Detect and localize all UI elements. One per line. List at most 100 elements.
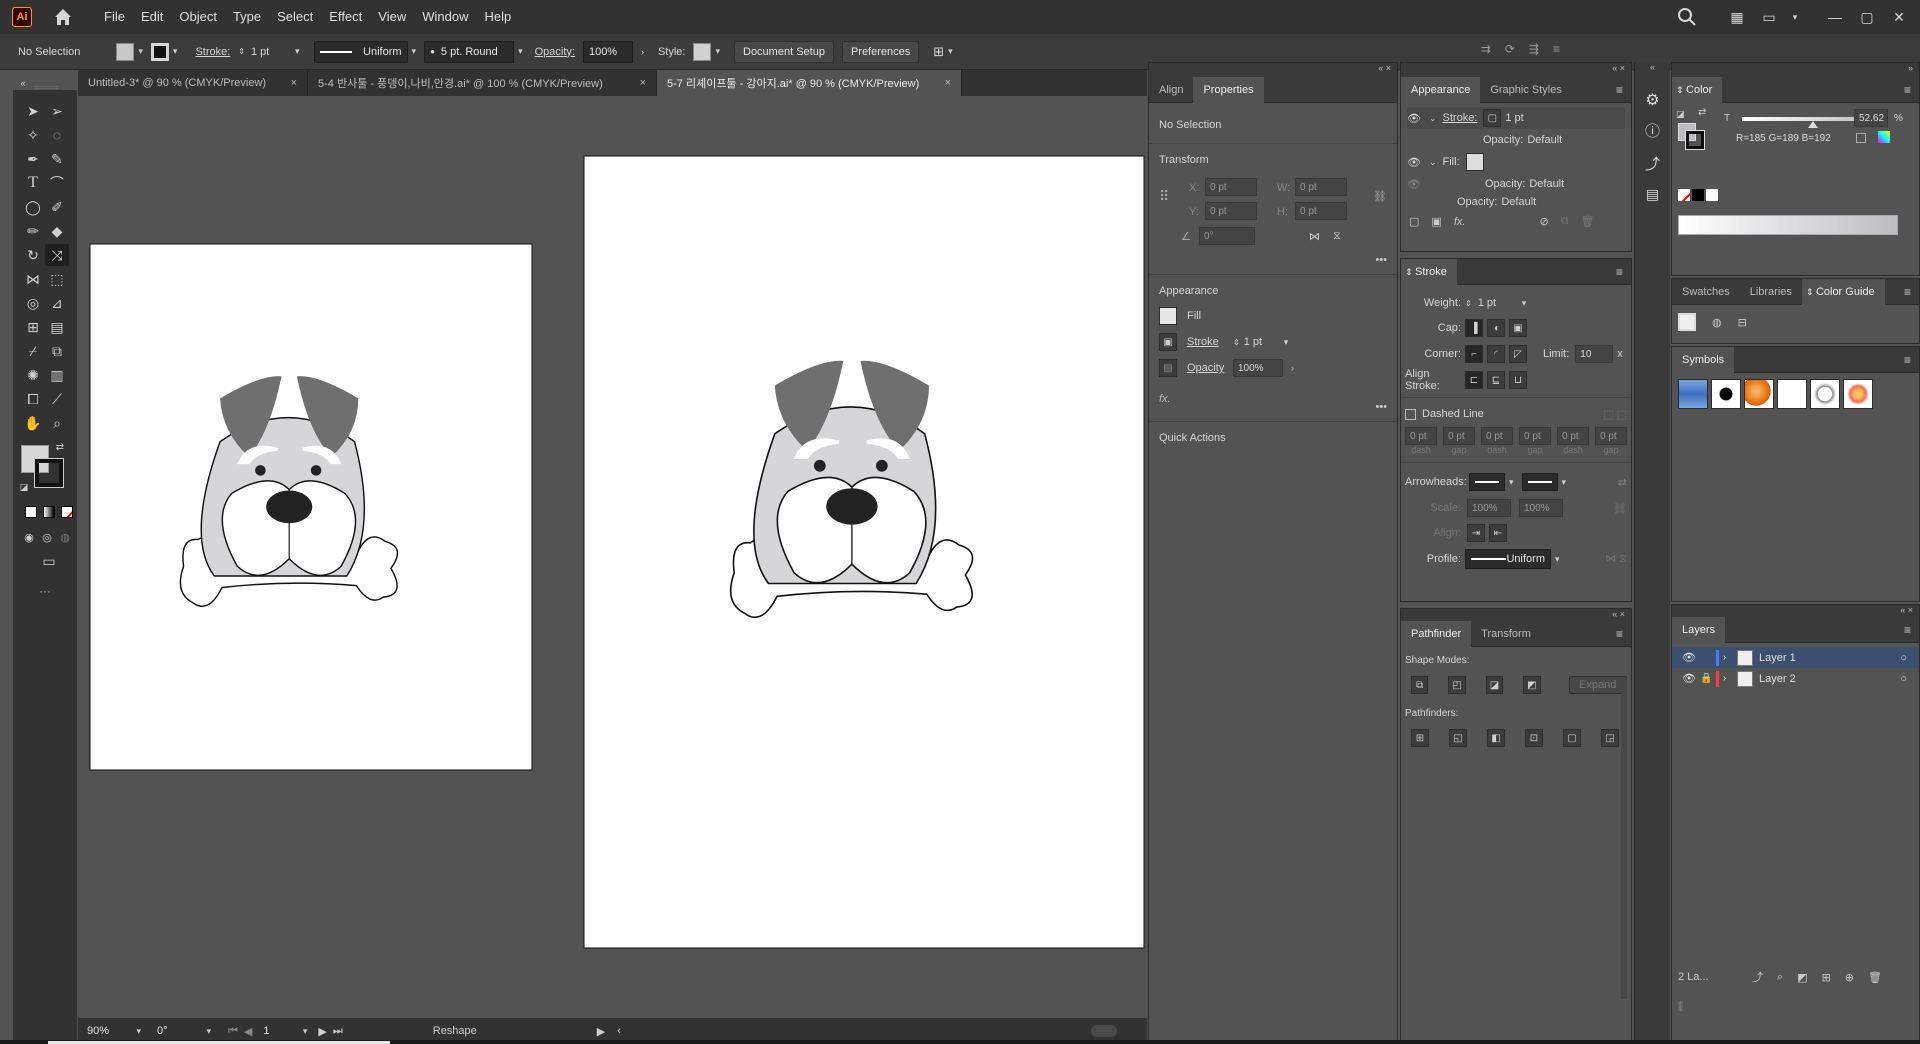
workspace-dropdown-icon[interactable]: ▾ — [1788, 12, 1802, 23]
paintbrush-tool-icon[interactable]: ✐ — [45, 196, 69, 218]
chevron-down-icon[interactable]: ▾ — [412, 46, 417, 57]
rotate-tool-icon[interactable]: ↻ — [21, 244, 45, 266]
swap-arrowheads-icon[interactable]: ⇄ — [1618, 476, 1627, 489]
appearance-fill-label[interactable]: Fill: — [1443, 156, 1460, 168]
next-artboard-icon[interactable]: ▶ — [318, 1025, 326, 1038]
collapse-panels-icon[interactable]: « — [1635, 62, 1670, 76]
reshape-tool-icon[interactable]: ⤨ — [45, 244, 69, 266]
graphic-style-control[interactable]: ▾ — [693, 42, 720, 61]
panel-menu-icon[interactable]: ≡ — [1904, 623, 1911, 637]
stroke-weight-field[interactable]: ⇕ 1 pt ▾ — [238, 46, 299, 58]
outline-icon[interactable]: ▢ — [1563, 729, 1581, 747]
tab-graphic-styles[interactable]: Graphic Styles — [1480, 77, 1572, 103]
workspace-icon[interactable]: ▭ — [1756, 9, 1782, 26]
curvature-tool-icon[interactable]: ✎ — [45, 148, 69, 170]
crop-icon[interactable]: ⊡ — [1525, 729, 1543, 747]
libraries-icon[interactable]: ⫼ — [1678, 1001, 1683, 1014]
new-sublayer-icon[interactable]: ⊞ — [1822, 971, 1831, 984]
dashed-line-checkbox[interactable] — [1405, 408, 1416, 420]
opacity-label[interactable]: Opacity: — [1483, 134, 1523, 146]
link-scale-icon[interactable]: ⛓ — [1613, 502, 1627, 515]
add-stroke-icon[interactable]: ▢ — [1409, 215, 1419, 228]
slice-tool-icon[interactable]: ⟋ — [45, 388, 69, 410]
gap-value[interactable]: 0 pt — [1600, 431, 1617, 442]
zoom-value[interactable]: 90% — [87, 1025, 109, 1037]
minimize-icon[interactable]: — — [1822, 9, 1848, 25]
align-inside-icon[interactable]: ⊑ — [1487, 371, 1505, 389]
fx-icon[interactable]: fx. — [1454, 216, 1466, 228]
stroke-label[interactable]: Stroke — [1187, 336, 1233, 348]
stroke-weight-value[interactable]: 1 pt — [251, 46, 291, 58]
opacity-label[interactable]: Opacity: — [1485, 178, 1525, 190]
panel-menu-icon[interactable]: ≡ — [1904, 285, 1911, 299]
start-arrowhead-select[interactable] — [1469, 473, 1505, 491]
symbol-rope-wreath[interactable] — [1810, 379, 1840, 409]
target-icon[interactable]: ○ — [1900, 652, 1907, 664]
tab-color[interactable]: ⇕ Color — [1672, 76, 1723, 103]
visibility-eye-icon[interactable]: 👁 — [1678, 672, 1700, 685]
h-field[interactable]: 0 pt — [1295, 202, 1347, 220]
tab-stroke[interactable]: ⇕ Stroke — [1401, 258, 1457, 285]
eraser-tool-icon[interactable]: ◆ — [45, 220, 69, 242]
artboard-field[interactable]: 1 ▾ — [258, 1022, 313, 1040]
panel-collapse-bar[interactable]: « × — [1401, 609, 1631, 621]
stepper-icon[interactable]: ⇕ — [1233, 338, 1240, 347]
chevron-down-icon[interactable]: ▾ — [1522, 298, 1527, 309]
perspective-grid-tool-icon[interactable]: ⊿ — [45, 292, 69, 314]
fill-swatch-control[interactable]: ▾ — [116, 42, 143, 61]
search-icon[interactable] — [1676, 6, 1698, 28]
add-fill-icon[interactable]: ▣ — [1431, 215, 1441, 228]
more-options-icon[interactable]: ••• — [1159, 401, 1387, 413]
delete-layer-icon[interactable]: 🗑 — [1868, 971, 1882, 984]
mesh-tool-icon[interactable]: ⊞ — [21, 316, 45, 338]
new-layer-icon[interactable]: ⊕ — [1845, 971, 1854, 984]
gradient-mode-icon[interactable] — [43, 506, 55, 518]
arrange-docs-icon[interactable]: ▦ — [1724, 9, 1750, 26]
layer-name[interactable]: Layer 1 — [1759, 652, 1796, 664]
gradient-tool-icon[interactable]: ▤ — [45, 316, 69, 338]
divide-icon[interactable]: ⊞ — [1411, 729, 1429, 747]
shape-builder-tool-icon[interactable]: ◎ — [21, 292, 45, 314]
horizontal-scrollbar[interactable] — [1090, 1025, 1117, 1037]
toolbar-grip[interactable] — [33, 86, 59, 89]
preferences-button[interactable]: Preferences — [841, 40, 920, 63]
style-swatch[interactable] — [693, 42, 712, 61]
h-value[interactable]: 0 pt — [1300, 206, 1317, 217]
zoom-tool-icon[interactable]: ⌕ — [45, 412, 69, 434]
appearance-stroke-row[interactable]: 👁 ⌄ Stroke: ▢ 1 pt — [1407, 107, 1625, 129]
chevron-down-icon[interactable]: ⌄ — [1429, 157, 1437, 168]
layer-row[interactable]: 👁 › Layer 1 ○ — [1672, 647, 1919, 668]
round-join-icon[interactable]: ◜ — [1487, 345, 1505, 363]
flip-vertical-icon[interactable]: ⧖ — [1333, 230, 1341, 243]
export-assets-icon[interactable]: ⤴ — [1752, 969, 1763, 985]
fill-swatch[interactable] — [1159, 307, 1177, 325]
swap-colors-icon[interactable]: ⇄ — [53, 440, 67, 454]
stroke-swatch[interactable]: ▣ — [1159, 333, 1177, 351]
chevron-right-icon[interactable]: › — [1291, 363, 1294, 373]
chevron-down-icon[interactable]: ▾ — [303, 1026, 308, 1037]
gap-field-3[interactable]: 0 pt — [1595, 427, 1627, 445]
screen-mode-icon[interactable]: ▭ — [37, 550, 61, 572]
stroke-color-swatch[interactable] — [1685, 130, 1705, 150]
w-value[interactable]: 0 pt — [1300, 182, 1317, 193]
lasso-tool-icon[interactable]: ◌ — [45, 124, 69, 146]
chevron-down-icon[interactable]: ⌄ — [1429, 113, 1437, 124]
eye-icon[interactable]: 👁 — [1407, 178, 1421, 191]
tab-libraries[interactable]: Libraries — [1740, 279, 1802, 305]
duplicate-item-icon[interactable]: ⧉ — [1561, 215, 1569, 228]
base-color-swatch[interactable] — [1678, 313, 1696, 331]
chevron-down-icon[interactable]: ▾ — [715, 46, 720, 57]
opacity-label[interactable]: Opacity: — [1457, 196, 1497, 208]
color-mode-icon[interactable] — [25, 506, 37, 518]
harmony-rules-icon[interactable]: ◍ — [1712, 316, 1722, 329]
info-icon[interactable]: ⓘ — [1635, 120, 1670, 141]
document-setup-button[interactable]: Document Setup — [734, 40, 834, 63]
properties-icon[interactable]: ⚙ — [1635, 90, 1670, 110]
tab-color-guide[interactable]: ⇕ Color Guide — [1801, 278, 1885, 305]
color-spectrum[interactable] — [1678, 215, 1898, 235]
menu-object[interactable]: Object — [171, 0, 225, 34]
chevron-down-icon[interactable]: ▾ — [1509, 477, 1514, 488]
gap-field-1[interactable]: 0 pt — [1443, 427, 1475, 445]
flip-along-icon[interactable]: ⋈ ⧖ — [1605, 552, 1627, 566]
eye-icon[interactable]: 👁 — [1407, 112, 1421, 125]
